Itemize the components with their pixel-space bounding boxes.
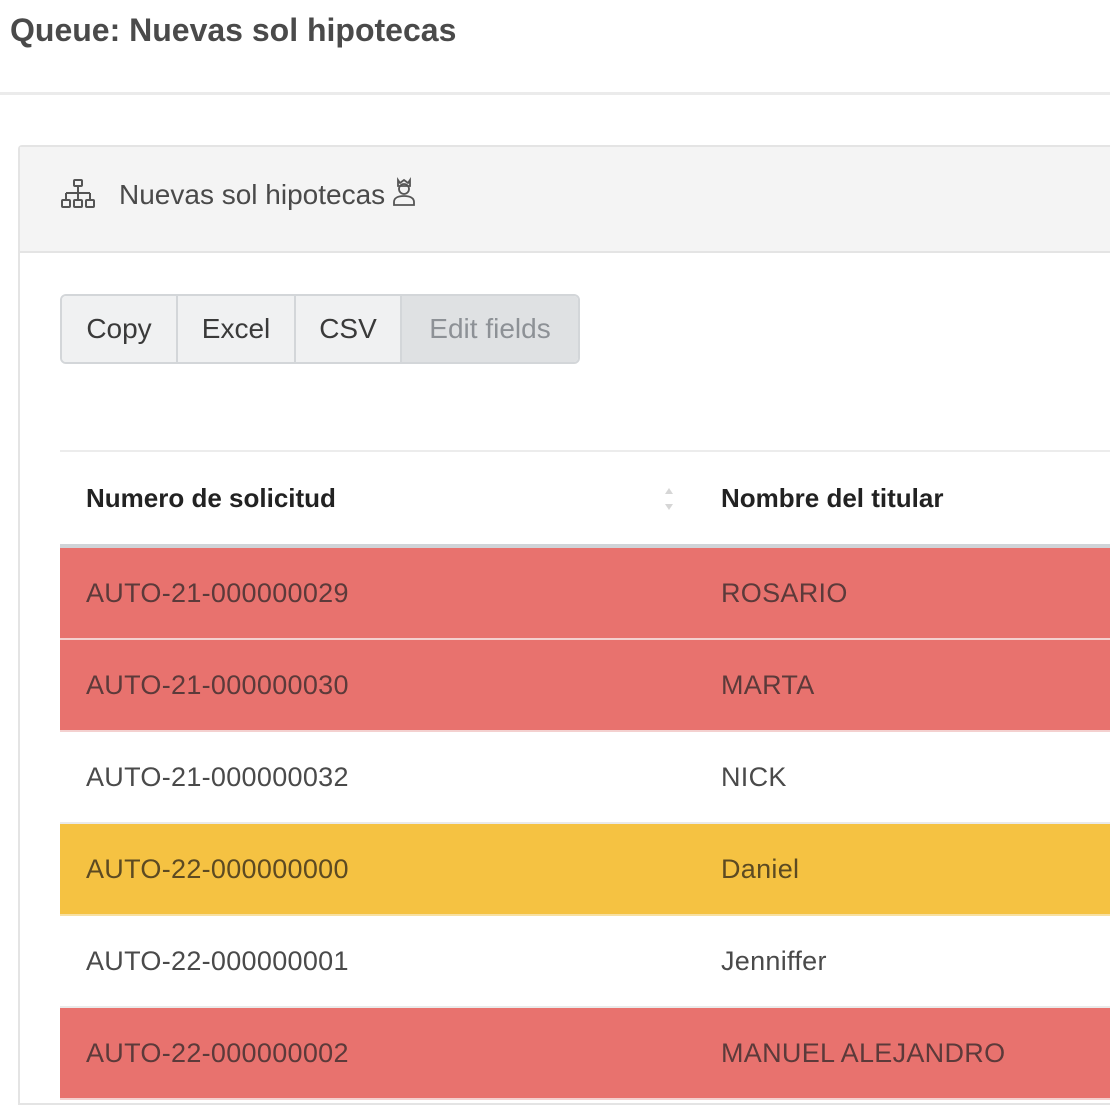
user-tie-icon bbox=[393, 177, 416, 206]
column-header-nombre[interactable]: Nombre del titular bbox=[721, 452, 943, 544]
table-row[interactable]: AUTO-21-000000030 MARTA bbox=[60, 640, 1110, 732]
card-header: Nuevas sol hipotecas bbox=[20, 147, 1110, 253]
excel-button[interactable]: Excel bbox=[178, 296, 296, 362]
title-divider bbox=[0, 92, 1110, 95]
cell-nombre: Jenniffer bbox=[721, 946, 827, 976]
card-title: Nuevas sol hipotecas bbox=[119, 175, 417, 215]
cell-nombre: MARTA bbox=[721, 670, 815, 700]
queue-card: Nuevas sol hipotecas Copy Excel CSV Edit… bbox=[18, 145, 1110, 1105]
cell-numero: AUTO-22-000000001 bbox=[86, 946, 349, 976]
card-title-text: Nuevas sol hipotecas bbox=[119, 179, 386, 210]
cell-numero: AUTO-21-000000029 bbox=[86, 578, 349, 608]
table-row[interactable]: AUTO-22-000000000 Daniel bbox=[60, 824, 1110, 916]
cell-nombre: ROSARIO bbox=[721, 578, 848, 608]
csv-button[interactable]: CSV bbox=[296, 296, 402, 362]
cell-numero: AUTO-22-000000002 bbox=[86, 1038, 349, 1068]
table-row[interactable]: AUTO-22-000000002 MANUEL ALEJANDRO bbox=[60, 1008, 1110, 1100]
cell-numero: AUTO-22-000000000 bbox=[86, 854, 349, 884]
edit-fields-button[interactable]: Edit fields bbox=[402, 296, 578, 362]
cell-nombre: NICK bbox=[721, 762, 787, 792]
sort-icon[interactable] bbox=[663, 486, 675, 512]
table-row[interactable]: AUTO-21-000000032 NICK bbox=[60, 732, 1110, 824]
copy-button[interactable]: Copy bbox=[62, 296, 178, 362]
table-row[interactable]: AUTO-21-000000029 ROSARIO bbox=[60, 548, 1110, 640]
page-title: Queue: Nuevas sol hipotecas bbox=[10, 12, 457, 48]
export-button-group: Copy Excel CSV Edit fields bbox=[60, 294, 580, 364]
sitemap-icon bbox=[61, 179, 95, 208]
column-header-numero[interactable]: Numero de solicitud bbox=[86, 452, 336, 544]
cell-numero: AUTO-21-000000032 bbox=[86, 762, 349, 792]
table-header: Numero de solicitud Nombre del titular bbox=[60, 452, 1110, 548]
cell-numero: AUTO-21-000000030 bbox=[86, 670, 349, 700]
cell-nombre: MANUEL ALEJANDRO bbox=[721, 1038, 1006, 1068]
cell-nombre: Daniel bbox=[721, 854, 800, 884]
queue-table: Numero de solicitud Nombre del titular A… bbox=[60, 450, 1110, 1100]
table-row[interactable]: AUTO-22-000000001 Jenniffer bbox=[60, 916, 1110, 1008]
